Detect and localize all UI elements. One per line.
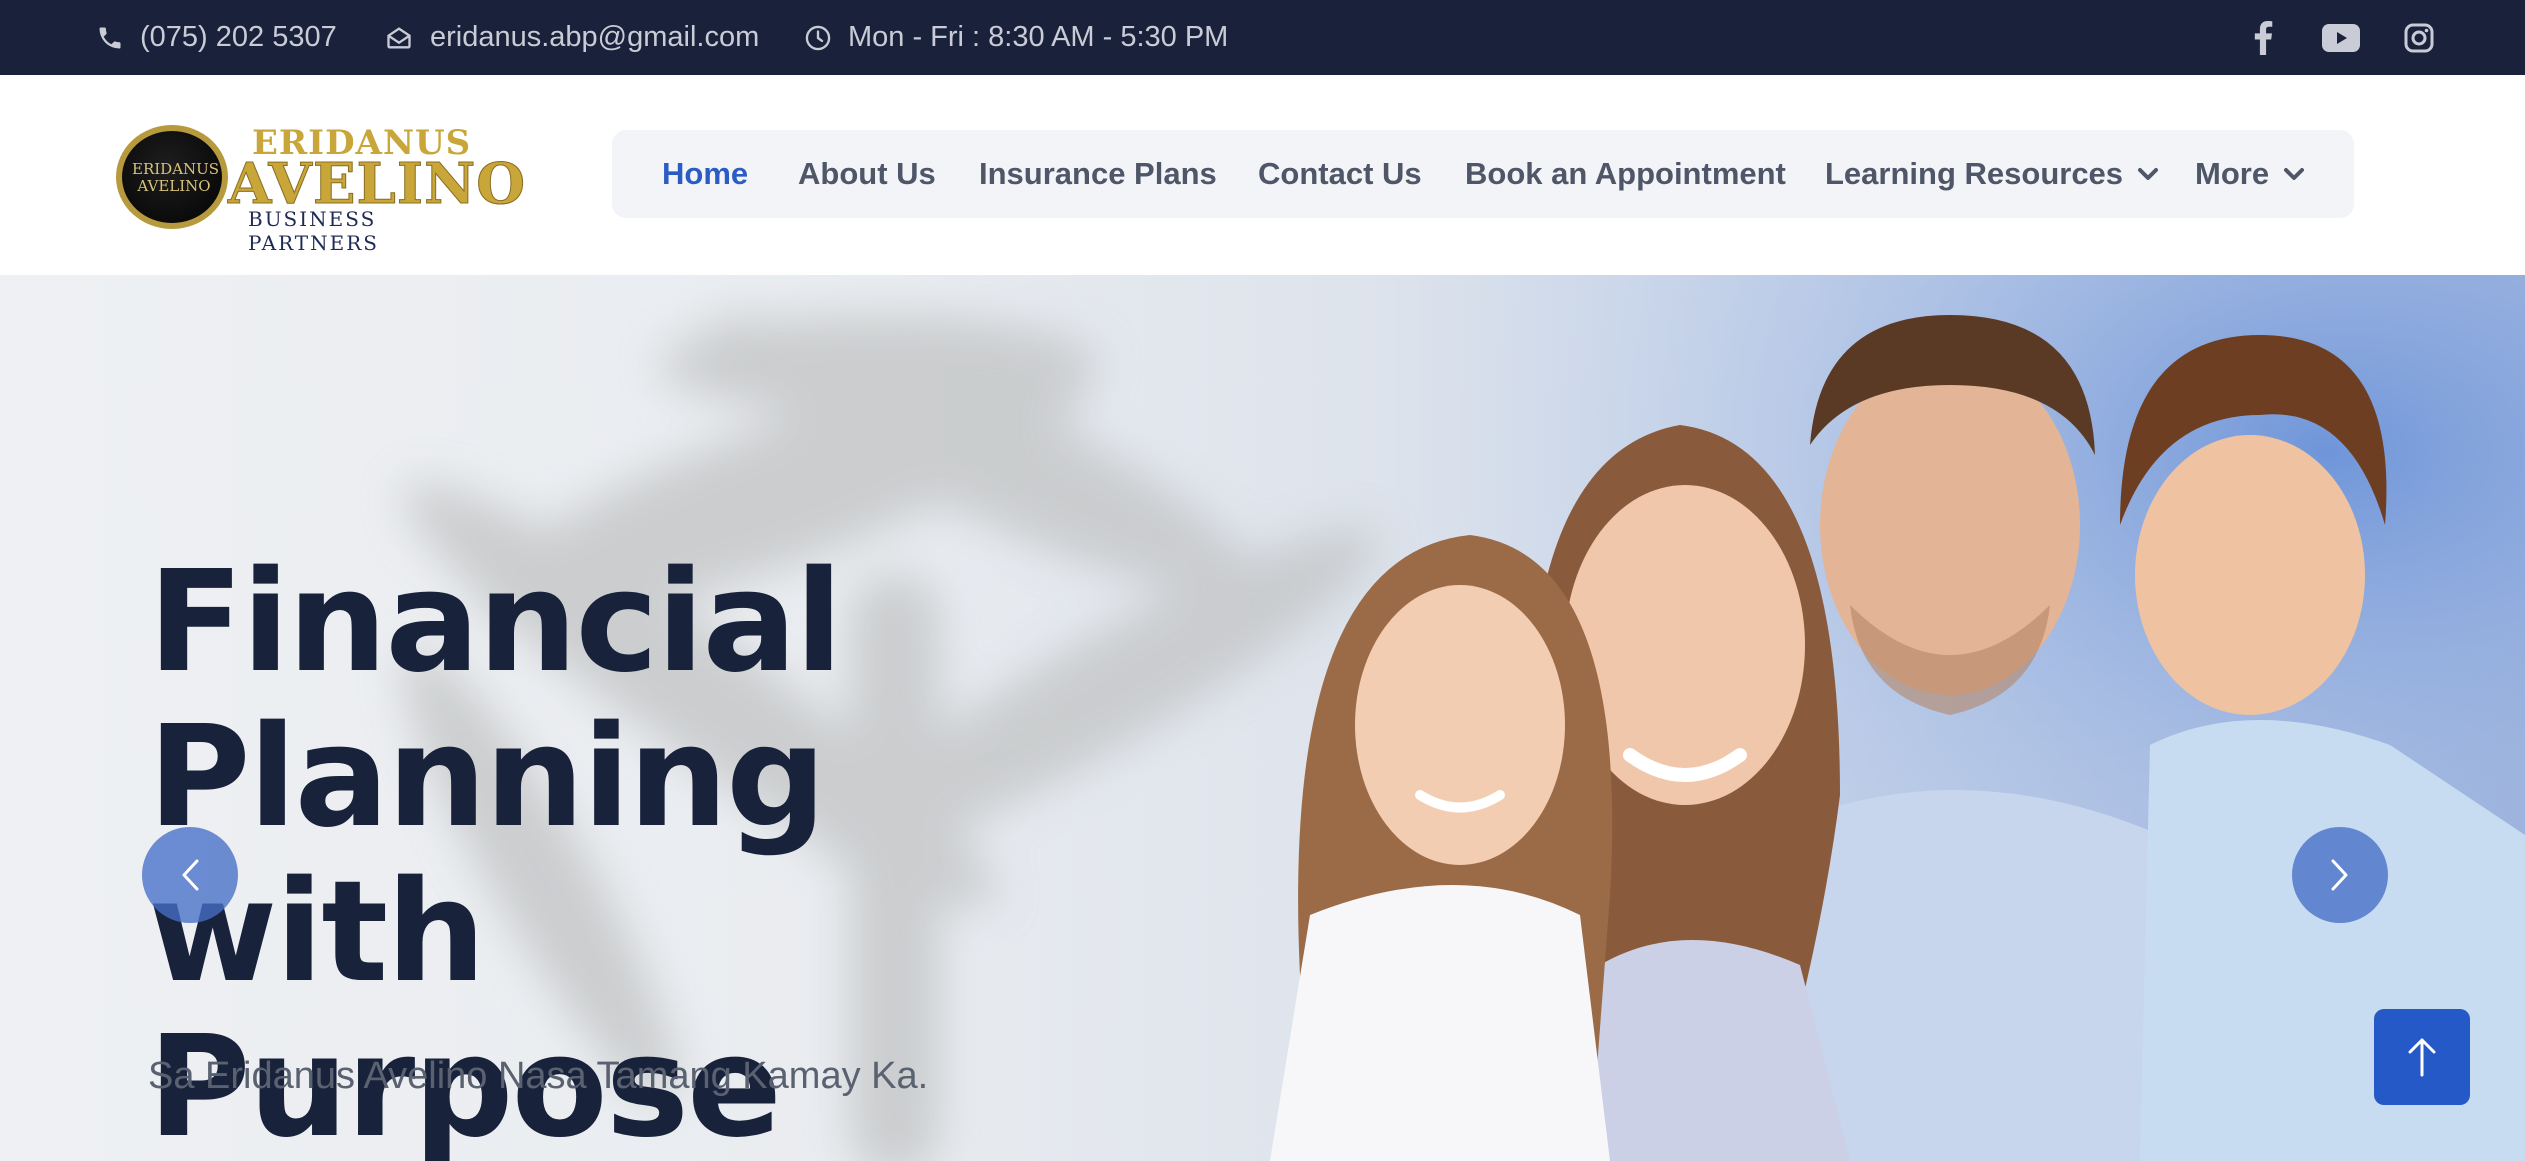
nav-about-us-label: About Us <box>798 156 936 191</box>
site-logo[interactable]: ERIDANUS AVELINO ERIDANUS AVELINO BUSINE… <box>112 121 526 255</box>
nav-contact-us[interactable]: Contact Us <box>1258 130 1422 218</box>
chevron-down-icon <box>2138 168 2159 180</box>
email-info[interactable]: eridanus.abp@gmail.com <box>384 0 759 75</box>
hero-title-line-1: Financial <box>148 541 843 704</box>
nav-home-label: Home <box>662 156 749 191</box>
nav-learning-resources[interactable]: Learning Resources <box>1825 130 2159 218</box>
nav-about-us[interactable]: About Us <box>798 130 936 218</box>
back-to-top-button[interactable] <box>2374 1009 2470 1105</box>
email-address: eridanus.abp@gmail.com <box>430 21 760 53</box>
youtube-icon <box>2322 23 2360 52</box>
hero-slider: Financial Planning with Purpose Sa Erida… <box>0 275 2525 1161</box>
nav-insurance-plans[interactable]: Insurance Plans <box>979 130 1217 218</box>
logo-monogram: ERIDANUS AVELINO <box>132 160 220 195</box>
slider-prev-button[interactable] <box>142 827 238 923</box>
phone-number: (075) 202 5307 <box>140 21 337 53</box>
envelope-icon <box>387 26 411 48</box>
nav-more[interactable]: More <box>2195 130 2305 218</box>
top-info-bar: (075) 202 5307 eridanus.abp@gmail.com Mo… <box>0 0 2525 75</box>
facebook-link[interactable] <box>2252 0 2274 75</box>
hero-title-line-2: Planning with <box>148 696 826 1014</box>
site-header: ERIDANUS AVELINO ERIDANUS AVELINO BUSINE… <box>0 75 2525 275</box>
hero-subtitle: Sa Eridanus Avelino Nasa Tamang Kamay Ka… <box>148 1055 929 1097</box>
nav-contact-us-label: Contact Us <box>1258 156 1422 191</box>
nav-insurance-plans-label: Insurance Plans <box>979 156 1217 191</box>
phone-info[interactable]: (075) 202 5307 <box>96 0 337 75</box>
main-navigation: Home About Us Insurance Plans Contact Us… <box>612 130 2354 218</box>
chevron-right-icon <box>2331 859 2348 891</box>
hours-info: Mon - Fri : 8:30 AM - 5:30 PM <box>804 0 1228 75</box>
clock-icon <box>805 25 831 50</box>
nav-book-appointment[interactable]: Book an Appointment <box>1465 130 1786 218</box>
facebook-icon <box>2254 20 2273 55</box>
nav-learning-resources-label: Learning Resources <box>1825 156 2124 191</box>
slider-next-button[interactable] <box>2292 827 2388 923</box>
arrow-up-icon <box>2408 1038 2436 1077</box>
logo-tagline: BUSINESS PARTNERS <box>248 207 379 255</box>
office-hours: Mon - Fri : 8:30 AM - 5:30 PM <box>848 21 1229 53</box>
nav-home[interactable]: Home <box>662 130 748 218</box>
instagram-link[interactable] <box>2404 0 2434 75</box>
family-photo <box>1270 315 2525 1161</box>
chevron-down-icon <box>2284 168 2305 180</box>
nav-more-label: More <box>2195 156 2270 191</box>
nav-book-appointment-label: Book an Appointment <box>1465 156 1786 191</box>
logo-emblem: ERIDANUS AVELINO <box>116 125 228 229</box>
chevron-left-icon <box>182 859 199 891</box>
phone-icon <box>99 27 121 48</box>
youtube-link[interactable] <box>2322 0 2360 75</box>
instagram-icon <box>2404 23 2434 52</box>
